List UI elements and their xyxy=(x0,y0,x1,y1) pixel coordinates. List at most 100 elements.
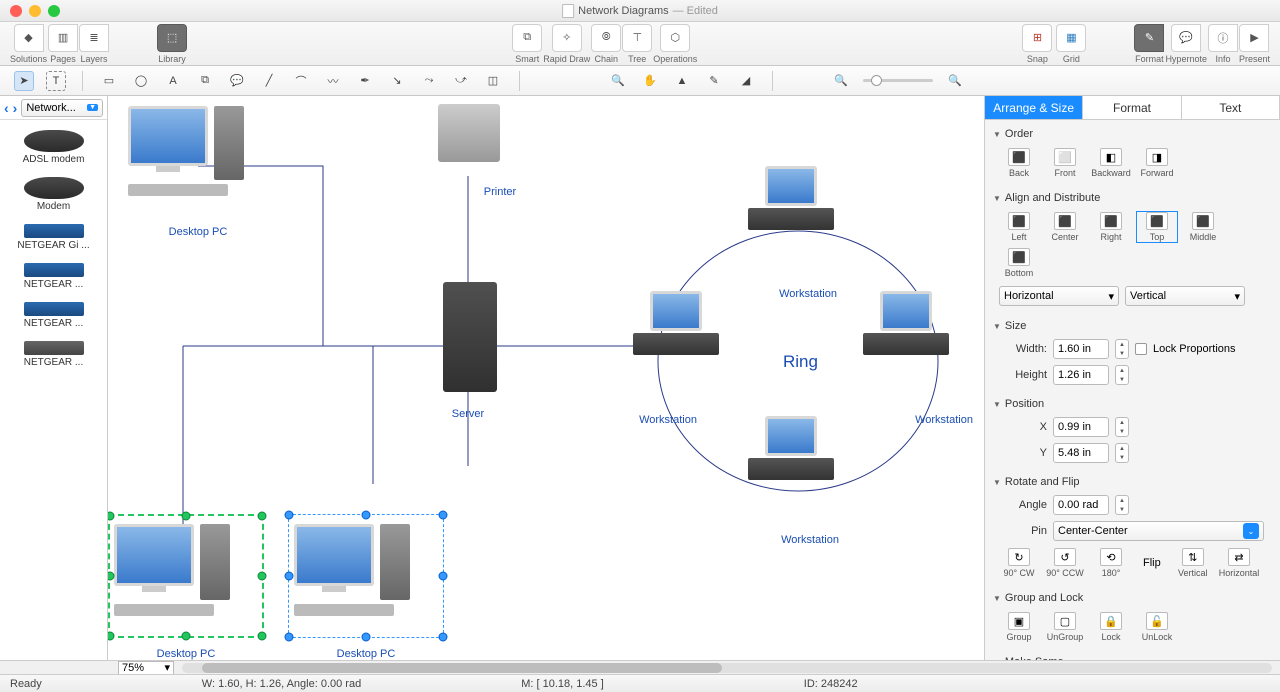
library-button[interactable]: ⬚ xyxy=(157,24,187,52)
snap-button[interactable]: ⊞ xyxy=(1022,24,1052,52)
canvas[interactable]: Desktop PC Printer Server Workstation Wo… xyxy=(108,96,984,660)
crop-tool[interactable]: ◫ xyxy=(483,71,503,91)
text-frame-tool[interactable]: ⧉ xyxy=(195,71,215,91)
width-stepper[interactable]: ▲▼ xyxy=(1115,339,1129,359)
shape-desktop-pc-copy[interactable] xyxy=(294,524,410,616)
library-item[interactable]: NETGEAR ... xyxy=(0,298,107,333)
text-shape-tool[interactable]: A xyxy=(163,71,183,91)
library-back[interactable]: ‹ xyxy=(4,100,9,116)
rapid-draw-button[interactable]: ✧ xyxy=(552,24,582,52)
rotate-90ccw[interactable]: ↺90° CCW xyxy=(1045,548,1085,578)
x-input[interactable] xyxy=(1053,417,1109,437)
shape-printer[interactable] xyxy=(438,104,500,162)
tree-button[interactable]: ⊤ xyxy=(622,24,652,52)
present-button[interactable]: ▶ xyxy=(1239,24,1269,52)
order-backward[interactable]: ◧Backward xyxy=(1091,148,1131,178)
stamp-tool[interactable]: ▲ xyxy=(672,71,692,91)
flip-vertical[interactable]: ⇅Vertical xyxy=(1173,548,1213,578)
shape-workstation[interactable] xyxy=(863,291,949,355)
grid-button[interactable]: ▦ xyxy=(1056,24,1086,52)
close-window[interactable] xyxy=(10,5,22,17)
zoom-in[interactable]: 🔍 xyxy=(945,71,965,91)
smart-connector-tool[interactable]: ⤳ xyxy=(419,71,439,91)
shape-workstation[interactable] xyxy=(748,166,834,230)
library-item[interactable]: NETGEAR ... xyxy=(0,337,107,372)
zoom-tool[interactable]: 🔍 xyxy=(608,71,628,91)
unlock-button[interactable]: 🔓UnLock xyxy=(1137,612,1177,642)
shape-server[interactable] xyxy=(443,282,497,392)
smart-button[interactable]: ⧉ xyxy=(512,24,542,52)
library-item[interactable]: NETGEAR Gi ... xyxy=(0,220,107,255)
library-forward[interactable]: › xyxy=(13,100,18,116)
group-button[interactable]: ▣Group xyxy=(999,612,1039,642)
pages-button[interactable]: ▥ xyxy=(48,24,78,52)
spline-tool[interactable]: 〰 xyxy=(323,71,343,91)
distribute-vertical[interactable]: Vertical▾ xyxy=(1125,286,1245,306)
angle-stepper[interactable]: ▲▼ xyxy=(1115,495,1129,515)
zoom-out[interactable]: 🔍 xyxy=(831,71,851,91)
shape-workstation[interactable] xyxy=(748,416,834,480)
angle-input[interactable] xyxy=(1053,495,1109,515)
line-tool[interactable]: ╱ xyxy=(259,71,279,91)
rotate-90cw[interactable]: ↻90° CW xyxy=(999,548,1039,578)
section-position[interactable]: Position xyxy=(993,394,1272,414)
fullscreen-window[interactable] xyxy=(48,5,60,17)
align-left[interactable]: ⬛Left xyxy=(999,212,1039,242)
operations-button[interactable]: ⬡ xyxy=(660,24,690,52)
ellipse-tool[interactable]: ◯ xyxy=(131,71,151,91)
align-top[interactable]: ⬛Top xyxy=(1137,212,1177,242)
shape-desktop-pc[interactable] xyxy=(128,106,244,196)
ungroup-button[interactable]: ▢UnGroup xyxy=(1045,612,1085,642)
shape-desktop-pc-selected[interactable] xyxy=(114,524,230,616)
y-input[interactable] xyxy=(1053,443,1109,463)
shape-workstation[interactable] xyxy=(633,291,719,355)
align-right[interactable]: ⬛Right xyxy=(1091,212,1131,242)
align-middle[interactable]: ⬛Middle xyxy=(1183,212,1223,242)
format-panel-button[interactable]: ✎ xyxy=(1134,24,1164,52)
align-center[interactable]: ⬛Center xyxy=(1045,212,1085,242)
connector-tool[interactable]: ↘ xyxy=(387,71,407,91)
rect-tool[interactable]: ▭ xyxy=(99,71,119,91)
select-tool[interactable]: ➤ xyxy=(14,71,34,91)
text-tool[interactable]: T xyxy=(46,71,66,91)
lock-proportions-check[interactable] xyxy=(1135,343,1147,355)
round-connector-tool[interactable]: ⤻ xyxy=(451,71,471,91)
arc-tool[interactable]: ⌒ xyxy=(291,71,311,91)
section-size[interactable]: Size xyxy=(993,316,1272,336)
library-item[interactable]: NETGEAR ... xyxy=(0,259,107,294)
eyedropper-tool[interactable]: ✎ xyxy=(704,71,724,91)
section-order[interactable]: Order xyxy=(993,124,1272,144)
hand-tool[interactable]: ✋ xyxy=(640,71,660,91)
library-item[interactable]: Modem xyxy=(0,173,107,216)
hypernote-button[interactable]: 💬 xyxy=(1171,24,1201,52)
flip-horizontal[interactable]: ⇄Horizontal xyxy=(1219,548,1260,578)
y-stepper[interactable]: ▲▼ xyxy=(1115,443,1129,463)
chain-button[interactable]: ⦾ xyxy=(591,24,621,52)
tab-arrange-size[interactable]: Arrange & Size xyxy=(985,96,1083,119)
width-input[interactable] xyxy=(1053,339,1109,359)
pen-tool[interactable]: ✒ xyxy=(355,71,375,91)
horizontal-scrollbar[interactable] xyxy=(182,663,1272,673)
section-make-same[interactable]: Make Same xyxy=(993,652,1272,660)
order-back[interactable]: ⬛Back xyxy=(999,148,1039,178)
order-front[interactable]: ⬜Front xyxy=(1045,148,1085,178)
tab-format[interactable]: Format xyxy=(1083,96,1181,119)
callout-tool[interactable]: 💬 xyxy=(227,71,247,91)
pin-select[interactable]: Center-Center⌄ xyxy=(1053,521,1264,541)
solutions-button[interactable]: ◆ xyxy=(14,24,44,52)
lock-button[interactable]: 🔒Lock xyxy=(1091,612,1131,642)
minimize-window[interactable] xyxy=(29,5,41,17)
height-input[interactable] xyxy=(1053,365,1109,385)
zoom-slider[interactable] xyxy=(863,79,933,82)
order-forward[interactable]: ◨Forward xyxy=(1137,148,1177,178)
section-align[interactable]: Align and Distribute xyxy=(993,188,1272,208)
layers-button[interactable]: ≣ xyxy=(79,24,109,52)
info-button[interactable]: ⓘ xyxy=(1208,24,1238,52)
library-selector[interactable]: Network...▼ xyxy=(21,99,103,117)
section-group[interactable]: Group and Lock xyxy=(993,588,1272,608)
zoom-select[interactable]: 75%▾ xyxy=(118,661,174,675)
library-item[interactable]: ADSL modem xyxy=(0,126,107,169)
align-bottom[interactable]: ⬛Bottom xyxy=(999,248,1039,278)
rotate-180[interactable]: ⟲180° xyxy=(1091,548,1131,578)
height-stepper[interactable]: ▲▼ xyxy=(1115,365,1129,385)
